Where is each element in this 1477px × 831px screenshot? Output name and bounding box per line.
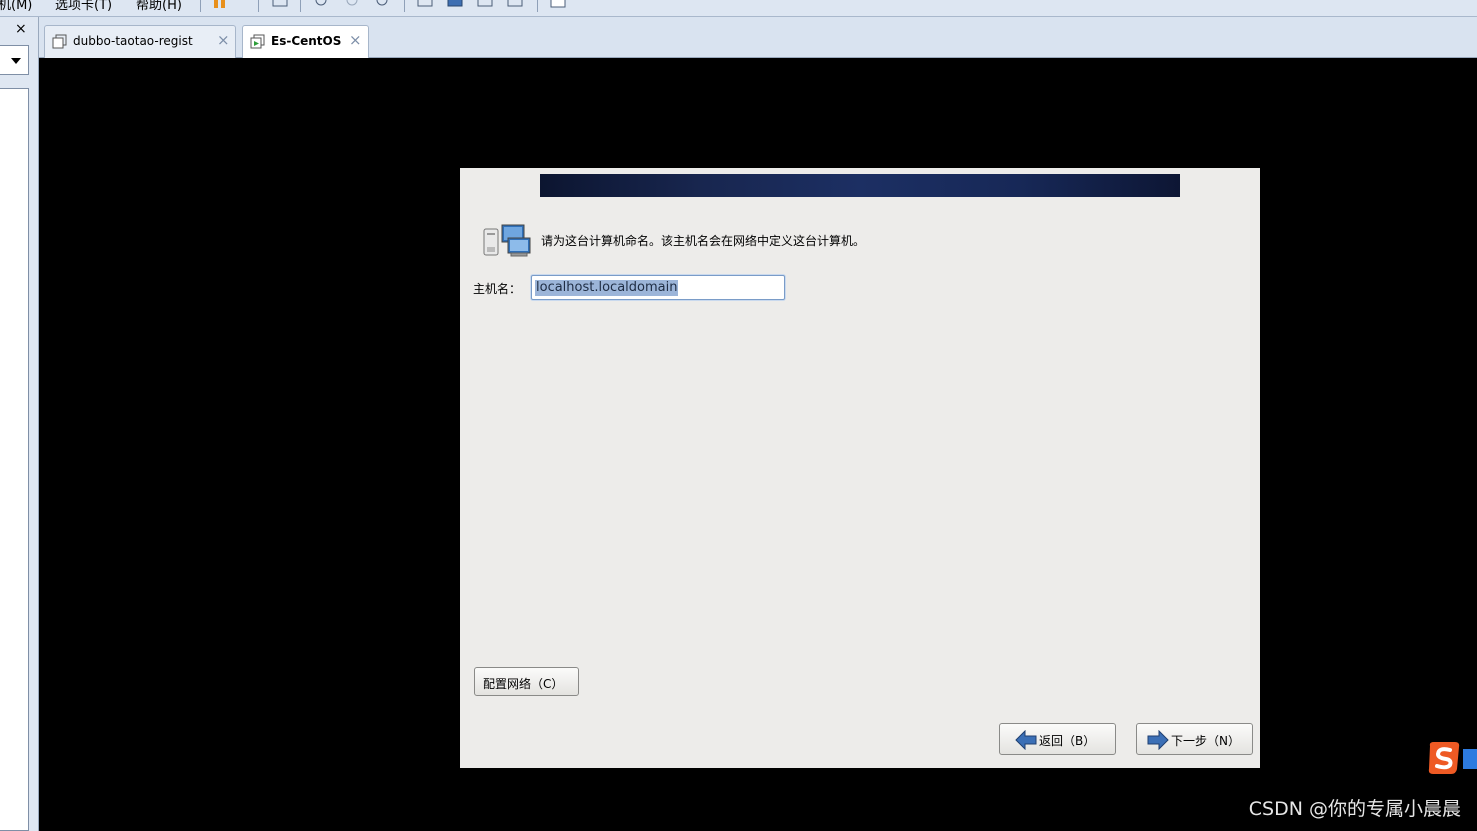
- menu-bar: 机(M) 选项卡(T) 帮助(H): [0, 0, 1477, 17]
- stretch-guest-icon[interactable]: [550, 0, 566, 10]
- centos-installer-hostname-screen: 请为这台计算机命名。该主机名会在网络中定义这台计算机。 主机名： localho…: [460, 168, 1260, 768]
- configure-network-button[interactable]: 配置网络（C）: [474, 667, 579, 696]
- pause-icon[interactable]: [212, 0, 228, 10]
- library-tree[interactable]: [0, 88, 29, 831]
- tab-strip: dubbo-taotao-regist × Es-CentOS ×: [39, 17, 1477, 58]
- send-keys-icon[interactable]: [272, 0, 288, 10]
- installer-banner: [540, 174, 1180, 197]
- fullscreen-icon[interactable]: [477, 0, 493, 10]
- vm-running-icon: [250, 34, 265, 49]
- sogou-ime-logo-icon[interactable]: [1427, 741, 1477, 775]
- toolbar-separator: [200, 0, 201, 12]
- menu-tabs[interactable]: 选项卡(T): [55, 0, 112, 13]
- arrow-left-icon: [1015, 730, 1037, 750]
- csdn-watermark: CSDN @你的专属小晨晨: [1248, 798, 1461, 820]
- menu-help[interactable]: 帮助(H): [136, 0, 182, 13]
- configure-network-label: 配置网络（C）: [483, 677, 564, 691]
- toolbar-separator: [300, 0, 301, 12]
- tab-label: dubbo-taotao-regist: [73, 34, 193, 48]
- back-button[interactable]: 返回（B）: [999, 723, 1116, 755]
- hostname-input[interactable]: localhost.localdomain: [531, 275, 785, 300]
- revert-snapshot-icon[interactable]: [344, 0, 360, 10]
- chevron-down-icon: [11, 58, 21, 64]
- next-label: 下一步（N）: [1171, 734, 1240, 748]
- toolbar-separator: [258, 0, 259, 12]
- hostname-label: 主机名：: [473, 282, 522, 296]
- snapshot-manager-icon[interactable]: [374, 0, 390, 10]
- back-label: 返回（B）: [1039, 734, 1096, 748]
- tab-es-centos[interactable]: Es-CentOS ×: [242, 25, 369, 58]
- toolbar-separator: [404, 0, 405, 12]
- vmware-window: 机(M) 选项卡(T) 帮助(H) × dubbo-taotao-regist …: [0, 0, 1477, 831]
- library-search-dropdown[interactable]: [0, 45, 29, 75]
- unity-icon[interactable]: [507, 0, 523, 10]
- close-library-icon[interactable]: ×: [15, 21, 27, 37]
- arrow-right-icon: [1147, 730, 1169, 750]
- show-library-icon[interactable]: [417, 0, 433, 10]
- toolbar-separator: [537, 0, 538, 12]
- close-icon[interactable]: ×: [349, 31, 362, 49]
- menu-vm[interactable]: 机(M): [0, 0, 32, 13]
- vm-icon: [52, 34, 67, 49]
- hostname-prompt: 请为这台计算机命名。该主机名会在网络中定义这台计算机。: [541, 234, 866, 248]
- close-icon[interactable]: ×: [217, 31, 230, 49]
- library-panel: ×: [0, 17, 39, 831]
- thumbnail-icon[interactable]: [447, 0, 463, 10]
- hostname-value: localhost.localdomain: [535, 280, 679, 296]
- tab-label: Es-CentOS: [271, 34, 342, 48]
- snapshot-icon[interactable]: [313, 0, 329, 10]
- network-computers-icon: [483, 224, 531, 257]
- next-button[interactable]: 下一步（N）: [1136, 723, 1253, 755]
- tab-dubbo-taotao-regist[interactable]: dubbo-taotao-regist ×: [44, 25, 236, 58]
